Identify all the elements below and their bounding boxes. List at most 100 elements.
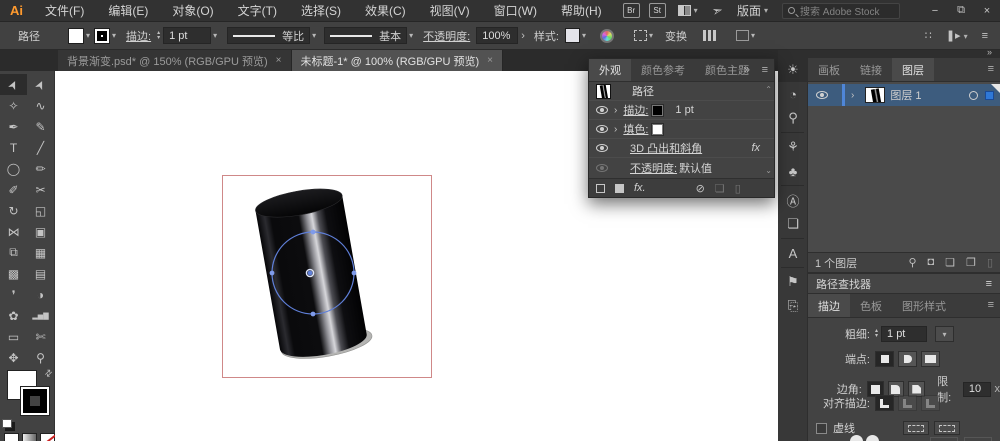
align-icon[interactable] — [703, 30, 716, 41]
layer-row[interactable]: › 图层 1 — [808, 84, 1000, 106]
stroke-tab-1[interactable]: 色板 — [850, 294, 892, 317]
cap-projecting-button[interactable] — [921, 351, 940, 367]
stroke-width-field[interactable]: 1 pt — [163, 27, 211, 44]
weight-dropdown[interactable]: ▾ — [935, 326, 954, 342]
shaper-tool[interactable]: ◯ — [0, 158, 27, 179]
restore-button[interactable]: ⧉ — [948, 1, 974, 21]
target-circle-icon[interactable] — [969, 91, 978, 100]
chevron-down-icon[interactable]: ▾ — [86, 31, 90, 40]
align-inside-button[interactable] — [898, 395, 917, 411]
default-fill-stroke-icon[interactable] — [2, 419, 12, 428]
stroke-tab-2[interactable]: 图形样式 — [892, 294, 956, 317]
recolor-artwork-icon[interactable]: ⚲ — [778, 106, 808, 130]
add-stroke-icon[interactable] — [596, 184, 605, 193]
layer-name[interactable]: 图层 1 — [890, 87, 921, 103]
visibility-eye-icon[interactable] — [596, 125, 608, 133]
cap-butt-button[interactable] — [875, 351, 894, 367]
fill-stroke-indicator[interactable]: ⇄ — [0, 368, 55, 430]
add-effect-icon[interactable]: fx. — [634, 182, 646, 194]
perspective-grid-tool[interactable]: ▦ — [27, 242, 54, 263]
menu-item-5[interactable]: 效果(C) — [353, 2, 418, 19]
stroke-stepper[interactable]: ▴▾ — [157, 31, 160, 41]
stroke-indicator[interactable] — [20, 386, 50, 416]
arrowhead-start-preview[interactable] — [850, 435, 863, 441]
chevron-down-icon[interactable]: ▾ — [694, 6, 698, 15]
opacity-field[interactable]: 100% — [476, 27, 518, 44]
weight-field[interactable]: 1 pt — [881, 326, 927, 342]
duplicate-item-icon[interactable]: ❏ — [715, 182, 725, 195]
chevron-down-icon[interactable]: ▾ — [409, 31, 413, 40]
recolor-artwork-icon[interactable] — [600, 29, 614, 43]
eyedropper-tool[interactable]: ❜ — [0, 284, 27, 305]
expand-row-icon[interactable]: › — [614, 124, 617, 135]
chevron-down-icon[interactable]: ▾ — [213, 31, 217, 40]
opacity-link[interactable]: 不透明度: — [423, 28, 470, 44]
menu-item-6[interactable]: 视图(V) — [418, 2, 482, 19]
appearance-fill-row[interactable]: › 填色: — [589, 120, 774, 139]
delete-layer-icon[interactable]: ▯ — [987, 256, 993, 269]
delete-item-icon[interactable]: ▯ — [735, 182, 741, 195]
gradient-button[interactable] — [22, 433, 37, 441]
visibility-eye-icon[interactable] — [596, 144, 608, 152]
close-button[interactable]: × — [974, 1, 1000, 21]
paintbrush-tool[interactable]: ✏ — [27, 158, 54, 179]
expand-layer-icon[interactable]: › — [851, 90, 854, 101]
stroke-weight-link[interactable]: 描边: — [126, 28, 151, 44]
panel-menu-icon[interactable]: ≡ — [762, 64, 768, 76]
arrowhead-end-preview[interactable] — [866, 435, 879, 441]
stroke-swatch[interactable] — [652, 105, 663, 116]
appearance-effect-row[interactable]: 3D 凸出和斜角 fx — [589, 139, 774, 158]
stock-button[interactable]: St — [649, 3, 666, 18]
artboard-tool[interactable]: ▭ — [0, 326, 27, 347]
lasso-tool[interactable]: ∿ — [27, 95, 54, 116]
collapse-dock-icon[interactable]: » — [987, 47, 992, 57]
bridge-button[interactable]: Br — [623, 3, 640, 18]
cap-round-button[interactable] — [898, 351, 917, 367]
mesh-tool[interactable]: ▩ — [0, 263, 27, 284]
magic-wand-tool[interactable]: ✧ — [0, 95, 27, 116]
share-icon[interactable]: ➣ — [710, 1, 725, 19]
dash-align-button[interactable] — [934, 421, 960, 435]
list-options-icon[interactable]: ≡ — [982, 30, 988, 42]
panel-menu-icon[interactable]: ≡ — [988, 299, 994, 311]
make-mask-icon[interactable]: ◘ — [928, 256, 935, 269]
arrowhead-dropdown[interactable] — [930, 437, 958, 441]
fill-link[interactable]: 填色: — [623, 121, 648, 137]
panel-menu-icon[interactable]: ≡ — [988, 63, 994, 75]
dock-options-icon[interactable]: ❚▸▾ — [946, 29, 968, 42]
workspace-switcher[interactable]: 版面 ▾ — [737, 2, 768, 19]
zoom-tool[interactable]: ⚲ — [27, 347, 54, 368]
minimize-button[interactable]: − — [922, 1, 948, 21]
dash-preserve-button[interactable] — [903, 421, 929, 435]
panel-menu-icon[interactable]: ≡ — [986, 278, 992, 290]
slice-tool[interactable]: ✄ — [27, 326, 54, 347]
effect-link[interactable]: 3D 凸出和斜角 — [630, 140, 702, 156]
scroll-down-icon[interactable]: ⌄ — [765, 166, 772, 175]
scale-tool[interactable]: ◱ — [27, 200, 54, 221]
fill-color-swatch[interactable] — [68, 28, 84, 44]
pathfinder-panel-header[interactable]: 路径查找器 ≡ — [808, 272, 1000, 294]
brush-definition-dropdown[interactable]: 基本 — [324, 27, 407, 44]
isolate-selection-icon[interactable] — [634, 30, 647, 41]
blend-tool[interactable]: ◑ — [27, 284, 54, 305]
hand-tool[interactable]: ✥ — [0, 347, 27, 368]
color-button[interactable] — [4, 433, 19, 441]
stock-search-input[interactable]: 搜索 Adobe Stock — [782, 3, 900, 19]
shape-builder-tool[interactable]: ⧉ — [0, 242, 27, 263]
graph-tool[interactable]: ▂▅▇ — [27, 305, 54, 326]
select-similar-icon[interactable] — [736, 30, 749, 41]
document-tab-1[interactable]: 未标题-1* @ 100% (RGB/GPU 预览)× — [292, 50, 504, 71]
close-tab-icon[interactable]: × — [487, 55, 493, 66]
close-tab-icon[interactable]: × — [276, 55, 282, 66]
new-layer-icon[interactable]: ❐ — [966, 256, 976, 269]
gradient-tool[interactable]: ▤ — [27, 263, 54, 284]
scroll-up-icon[interactable]: ⌃ — [765, 85, 772, 94]
character-icon[interactable]: A — [778, 241, 808, 265]
rotate-tool[interactable]: ↻ — [0, 200, 27, 221]
direct-selection-tool[interactable]: ➤ — [27, 74, 54, 95]
arrange-documents-icon[interactable] — [678, 5, 691, 16]
menu-item-8[interactable]: 帮助(H) — [549, 2, 614, 19]
appearance-stroke-row[interactable]: › 描边: 1 pt — [589, 101, 774, 120]
curvature-tool[interactable]: ✎ — [27, 116, 54, 137]
width-profile-dropdown[interactable]: 等比 — [227, 27, 310, 44]
